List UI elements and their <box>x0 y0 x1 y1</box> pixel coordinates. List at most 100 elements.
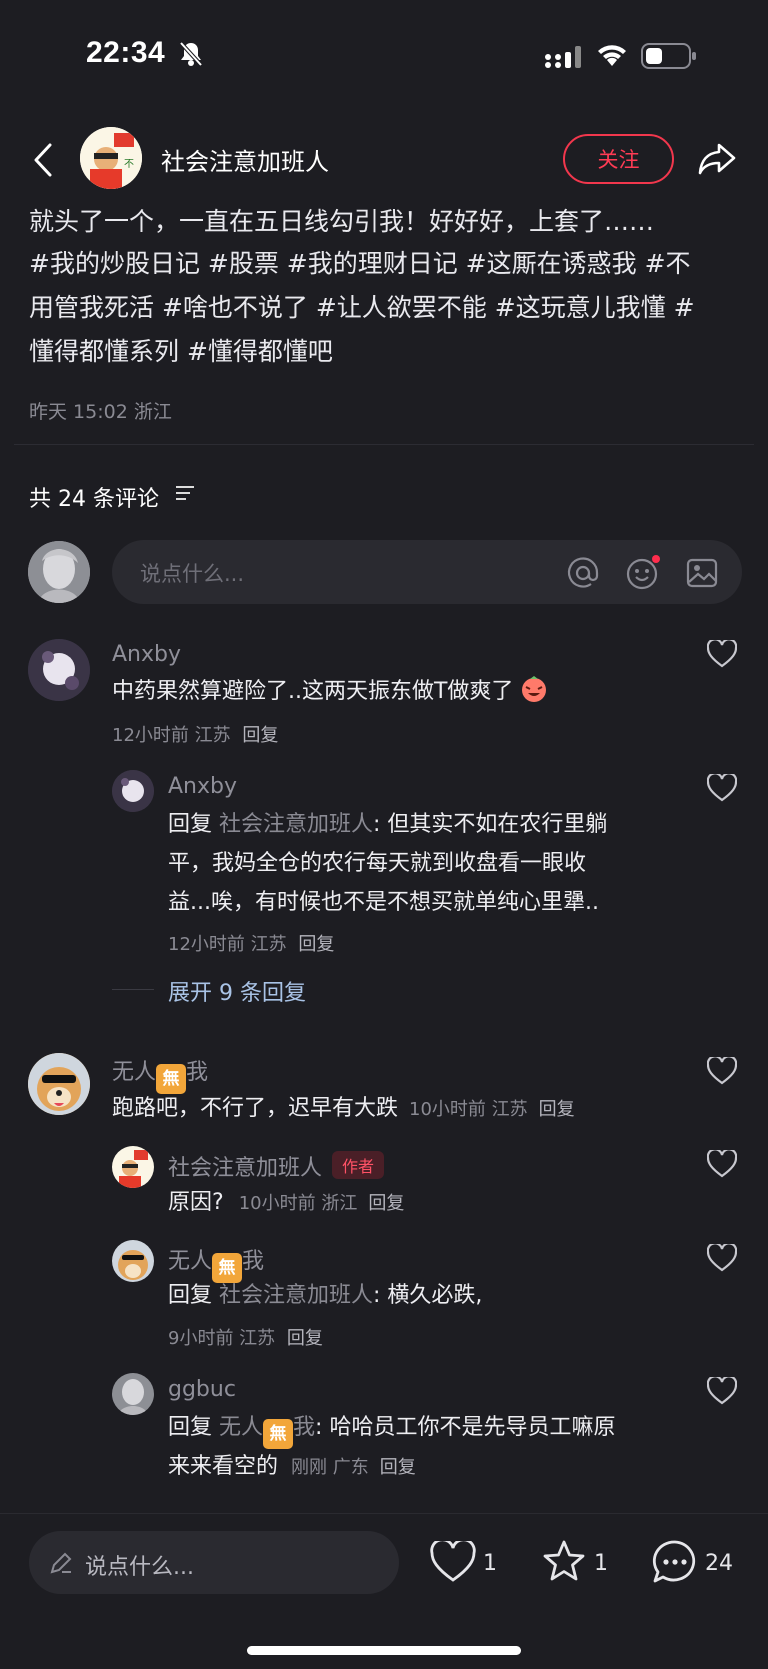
post-divider <box>14 444 754 445</box>
comment-count: 24 <box>705 1551 733 1576</box>
comment-username[interactable]: Anxby <box>112 642 181 667</box>
reply-to-user[interactable]: 社会注意加班人 <box>219 812 373 837</box>
reply-time-location: 12小时前 江苏 <box>168 934 287 955</box>
back-button[interactable] <box>28 140 58 180</box>
reply-time-location: 10小时前 浙江 <box>238 1193 358 1214</box>
sort-filter-icon[interactable] <box>175 484 195 506</box>
reply-like-heart-icon[interactable] <box>706 1148 738 1182</box>
reply-prefix: 回复 <box>168 812 213 837</box>
username-text: 我 <box>186 1060 209 1085</box>
reply-to-user-text: 我 <box>293 1415 316 1440</box>
expand-replies-link[interactable]: 展开 9 条回复 <box>168 975 306 1007</box>
mute-bell-icon <box>178 40 204 72</box>
follow-button[interactable]: 关注 <box>563 134 674 184</box>
favorite-button[interactable] <box>541 1539 587 1587</box>
like-button[interactable] <box>430 1538 476 1587</box>
author-tag: 作者 <box>332 1151 385 1179</box>
post-hashtags-line-2[interactable]: #我的炒股日记 #股票 #我的理财日记 #这厮在诱惑我 #不 <box>29 242 749 286</box>
heart-icon <box>430 1538 476 1582</box>
reply-avatar[interactable] <box>112 1240 154 1282</box>
comment-text-content: 跑路吧，不行了，迟早有大跌 <box>112 1096 399 1121</box>
reply-to-user[interactable]: 无人無我 <box>219 1415 316 1449</box>
home-indicator <box>247 1646 521 1655</box>
reply-username[interactable]: Anxby <box>168 774 237 799</box>
reply-like-heart-icon[interactable] <box>706 1242 738 1276</box>
status-time: 22:34 <box>86 36 166 69</box>
comment-text: 中药果然算避险了..这两天振东做T做爽了 <box>112 673 548 711</box>
reply-reply-link[interactable]: 回复 <box>368 1193 404 1214</box>
battery-icon <box>641 43 697 73</box>
comment-time-location: 10小时前 江苏 <box>409 1099 528 1120</box>
svg-text:不: 不 <box>124 159 134 170</box>
comment-meta: 12小时前 江苏 回复 <box>112 721 278 747</box>
reply-text-line-3: 益...唉，有时候也不是不想买就单纯心里犟.. <box>168 890 599 915</box>
reply-meta: 9小时前 江苏 回复 <box>168 1324 323 1350</box>
favorite-count: 1 <box>594 1551 608 1576</box>
comment-reply-link[interactable]: 回复 <box>539 1099 575 1120</box>
post-hashtags-line-3[interactable]: 用管我死活 #啥也不说了 #让人欲罢不能 #这玩意儿我懂 # <box>29 286 749 330</box>
comment-button[interactable] <box>651 1539 699 1589</box>
wifi-icon <box>595 42 629 72</box>
reply-to-user[interactable]: 社会注意加班人 <box>219 1283 373 1308</box>
comment-input-placeholder: 说点什么... <box>140 562 245 586</box>
reply-text-line-2: 来来看空的 刚刚 广东 回复 <box>168 1448 416 1487</box>
comment-avatar[interactable] <box>28 1053 90 1115</box>
comment-text-content: 中药果然算避险了..这两天振东做T做爽了 <box>112 679 514 704</box>
signal-icon <box>544 44 584 74</box>
pencil-icon <box>49 1551 73 1579</box>
comment-like-heart-icon[interactable] <box>706 1055 738 1089</box>
bottom-input-placeholder: 说点什么... <box>85 1555 194 1580</box>
share-arrow-icon <box>698 143 736 175</box>
reply-text: 原因? 10小时前 浙江 回复 <box>168 1184 404 1223</box>
reply-like-heart-icon[interactable] <box>706 1375 738 1409</box>
chevron-left-icon <box>34 143 52 177</box>
like-count: 1 <box>483 1551 497 1576</box>
reply-reply-link[interactable]: 回复 <box>298 934 334 955</box>
header-username[interactable]: 社会注意加班人 <box>161 142 329 177</box>
reply-text: 回复 社会注意加班人: 横久必跌, <box>168 1277 482 1315</box>
reply-time-location: 刚刚 广东 <box>291 1457 369 1478</box>
reply-avatar[interactable] <box>112 770 154 812</box>
username-text: 无人 <box>112 1060 157 1085</box>
reply-text-content: : 哈哈员工你不是先导员工嘛原 <box>315 1415 616 1440</box>
image-picker-icon[interactable] <box>686 557 718 593</box>
reply-text-content: : 横久必跌, <box>373 1283 483 1308</box>
comment-bubble-icon <box>652 1540 696 1583</box>
reply-text-line-1: 回复 社会注意加班人: 但其实不如在农行里躺 <box>168 806 607 844</box>
comment-avatar[interactable] <box>28 639 90 701</box>
header-avatar[interactable]: 不 <box>80 127 142 189</box>
username-text: 社会注意加班人 <box>168 1156 323 1181</box>
reply-text-line-2: 平，我妈全仓的农行每天就到收盘看一眼收 <box>168 851 587 876</box>
reply-to-user-text: 无人 <box>219 1415 264 1440</box>
post-hashtags-line-4[interactable]: 懂得都懂系列 #懂得都懂吧 <box>29 330 749 374</box>
reply-text-line-1: 回复 无人無我: 哈哈员工你不是先导员工嘛原 <box>168 1409 615 1449</box>
comment-text: 跑路吧，不行了，迟早有大跌 10小时前 江苏 回复 <box>112 1090 575 1129</box>
reply-text-content: : 但其实不如在农行里躺 <box>373 812 608 837</box>
reply-username[interactable]: 社会注意加班人 作者 <box>168 1150 385 1182</box>
username-text: 无人 <box>168 1249 213 1274</box>
comment-time-location: 12小时前 江苏 <box>112 725 231 746</box>
mention-at-icon[interactable] <box>566 556 600 594</box>
wu-badge-icon: 無 <box>263 1419 294 1449</box>
share-button[interactable] <box>695 138 739 180</box>
reply-username[interactable]: ggbuc <box>168 1377 236 1402</box>
emoji-smile-icon[interactable] <box>625 555 661 595</box>
reply-reply-link[interactable]: 回复 <box>380 1457 416 1478</box>
reply-prefix: 回复 <box>168 1283 213 1308</box>
comment-reply-link[interactable]: 回复 <box>242 725 278 746</box>
post-text-line-1: 就头了一个，一直在五日线勾引我！好好好，上套了…… <box>29 207 655 236</box>
reply-avatar[interactable] <box>112 1146 154 1188</box>
reply-meta: 12小时前 江苏 回复 <box>168 930 334 956</box>
reply-reply-link[interactable]: 回复 <box>287 1328 323 1349</box>
comment-username[interactable]: 无人無我 <box>112 1054 208 1094</box>
laughing-emoji-icon <box>520 675 548 703</box>
reply-time-location: 9小时前 江苏 <box>168 1328 276 1349</box>
reply-avatar[interactable] <box>112 1373 154 1415</box>
my-avatar[interactable] <box>28 541 90 603</box>
comment-like-heart-icon[interactable] <box>706 638 738 672</box>
reply-like-heart-icon[interactable] <box>706 772 738 806</box>
bottom-comment-input[interactable]: 说点什么... <box>29 1531 399 1594</box>
reply-text-content: 来来看空的 <box>168 1454 279 1479</box>
star-icon <box>543 1540 585 1581</box>
username-text: 我 <box>242 1249 265 1274</box>
